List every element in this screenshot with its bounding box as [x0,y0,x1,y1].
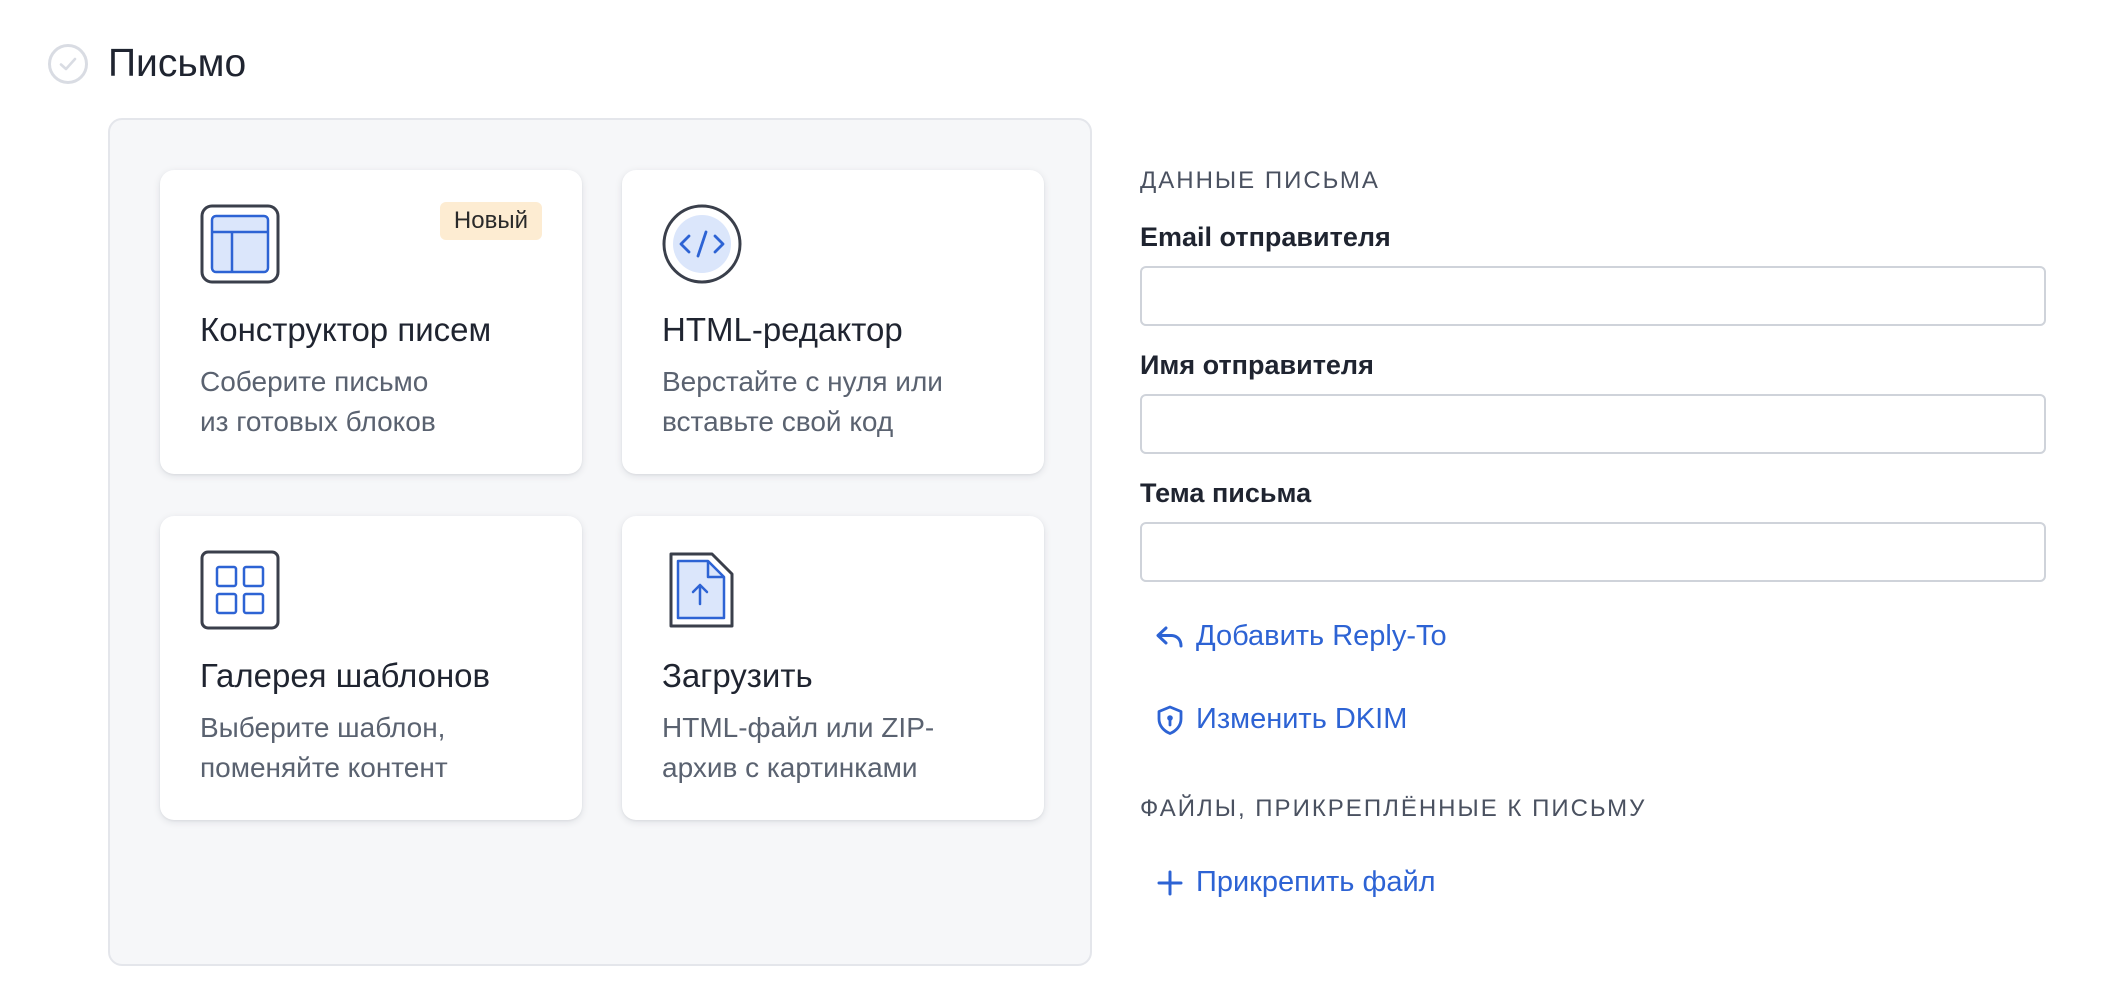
page: Письмо Новый Конструктор писем Соберите … [0,0,2108,998]
code-icon [662,204,742,284]
card-email-builder[interactable]: Новый Конструктор писем Соберите письмо … [160,170,582,474]
attach-file-link[interactable]: Прикрепить файл [1154,866,1436,899]
subject-label: Тема письма [1140,478,1312,508]
new-badge: Новый [439,202,542,240]
plus-icon [1157,870,1183,895]
card-title: Галерея шаблонов [200,657,491,694]
card-description: HTML-файл или ZIP- архив с картинками [662,712,935,783]
card-description: Соберите письмо из готовых блоков [200,366,436,437]
attach-file-label: Прикрепить файл [1196,866,1436,898]
editor-choice-panel: Новый Конструктор писем Соберите письмо … [108,118,1092,966]
card-title: HTML-редактор [662,311,903,348]
sender-email-input[interactable] [1140,266,2046,326]
card-description: Верстайте с нуля или вставьте свой код [662,366,943,437]
card-html-editor[interactable]: HTML-редактор Верстайте с нуля или встав… [622,170,1044,474]
card-upload[interactable]: Загрузить HTML-файл или ZIP- архив с кар… [622,516,1044,820]
card-description: Выберите шаблон, поменяйте контент [200,712,448,783]
section-header: Письмо [48,42,246,86]
shield-icon [1157,705,1183,735]
card-title: Загрузить [662,657,813,694]
change-dkim-link[interactable]: Изменить DKIM [1154,703,1407,736]
layout-builder-icon [200,204,280,284]
file-upload-icon [669,552,734,628]
sender-name-input[interactable] [1140,394,2046,454]
grid-gallery-icon [200,550,280,630]
attachments-heading: Файлы, прикреплённые к письму [1140,795,1647,822]
add-reply-to-label: Добавить Reply-To [1196,620,1447,652]
email-data-heading: Данные письма [1140,167,1380,194]
sender-email-label: Email отправителя [1140,222,1391,252]
card-template-gallery[interactable]: Галерея шаблонов Выберите шаблон, поменя… [160,516,582,820]
check-circle-icon [48,44,88,84]
add-reply-to-link[interactable]: Добавить Reply-To [1154,620,1447,653]
change-dkim-label: Изменить DKIM [1196,703,1408,735]
sender-name-label: Имя отправителя [1140,350,1374,380]
section-title: Письмо [108,42,247,85]
card-title: Конструктор писем [200,311,492,348]
subject-input[interactable] [1140,522,2046,582]
reply-icon [1156,626,1183,647]
